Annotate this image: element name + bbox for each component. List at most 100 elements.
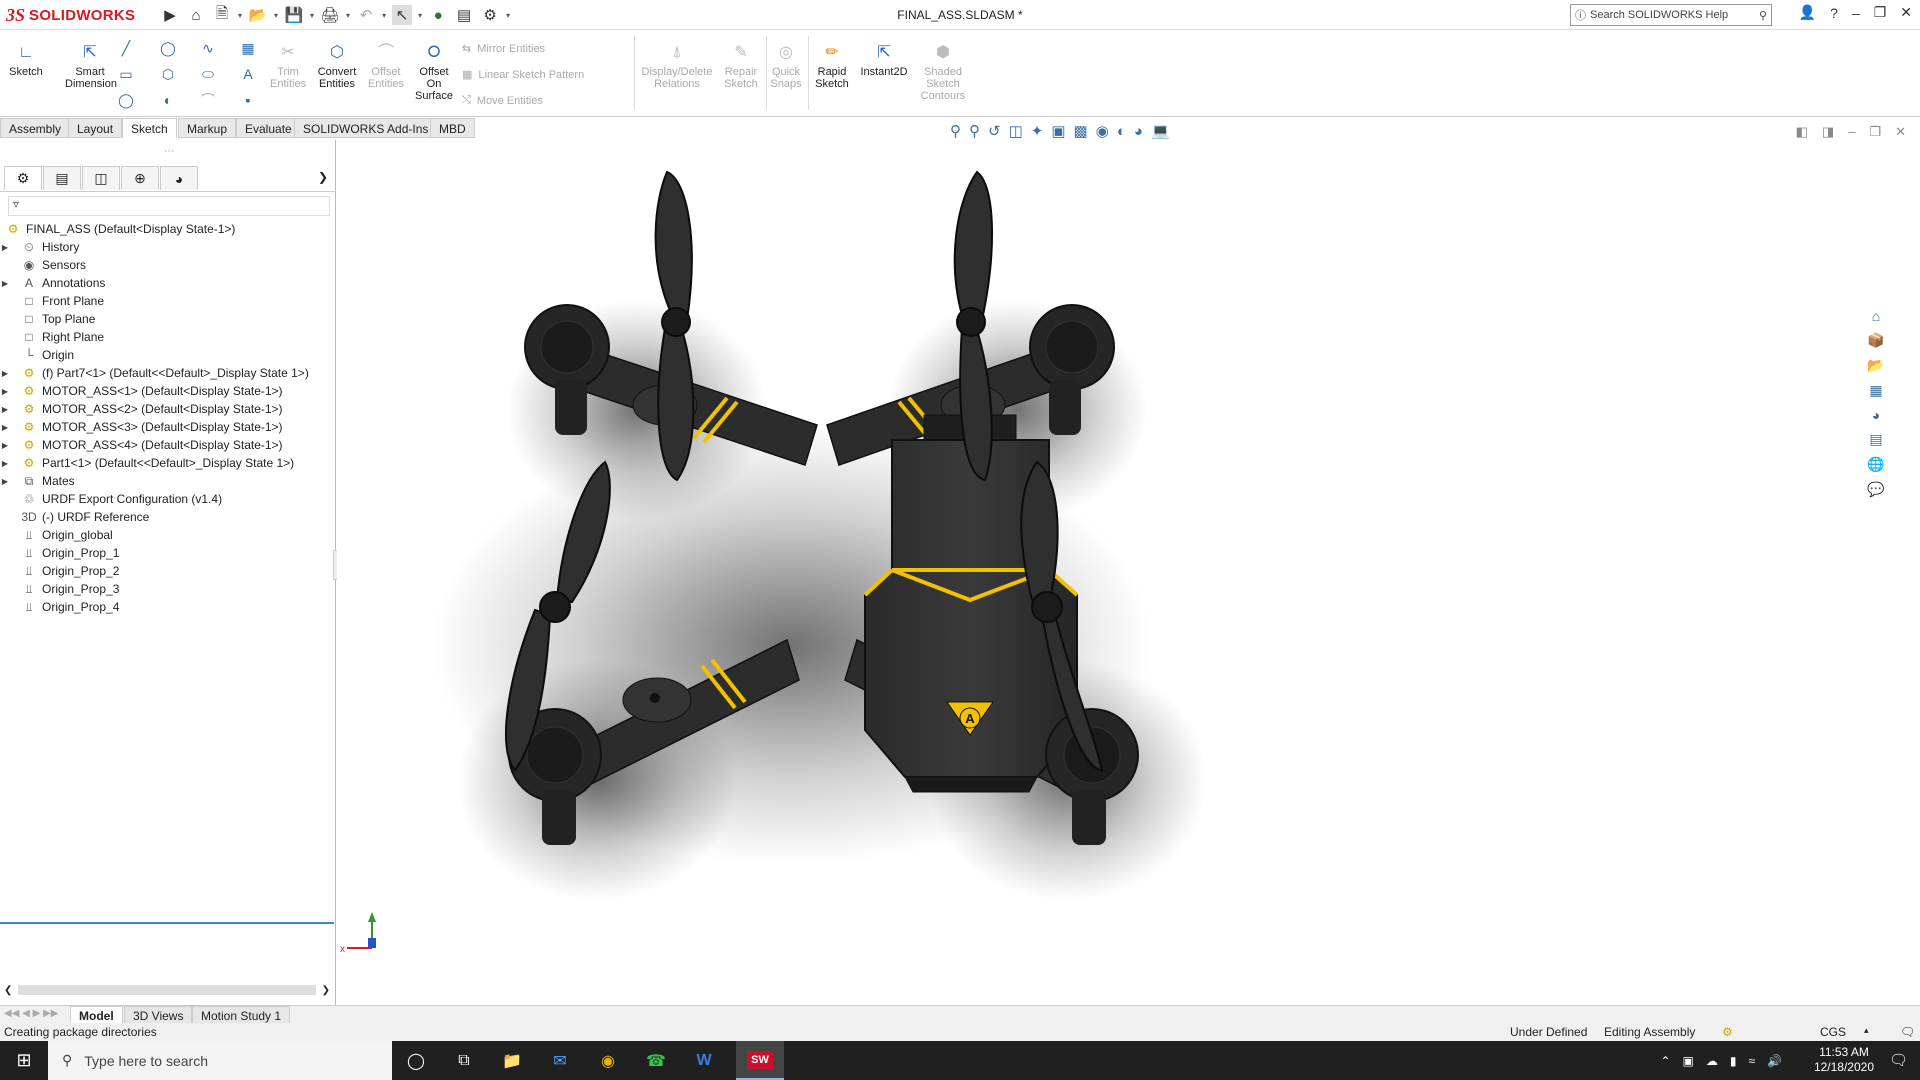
apply-scene-icon[interactable]: ◕ bbox=[1134, 123, 1143, 140]
chevron-down-icon[interactable]: ▾ bbox=[418, 11, 422, 20]
quick-snaps-button[interactable]: ◎ Quick Snaps bbox=[768, 42, 804, 91]
solidworks-taskbar-icon[interactable]: SW bbox=[736, 1041, 784, 1080]
polygon-icon[interactable]: ⬡ bbox=[158, 64, 178, 84]
options-gear-icon[interactable]: ⚙ bbox=[480, 5, 500, 25]
restore-icon[interactable]: ❐ bbox=[1874, 4, 1887, 21]
tooltip-bubble-icon[interactable]: 🗨 bbox=[1900, 1025, 1915, 1039]
chevron-down-icon[interactable]: ▾ bbox=[310, 11, 314, 20]
rectangle-icon[interactable]: ▭ bbox=[116, 64, 136, 84]
chevron-down-icon[interactable]: ▾ bbox=[238, 11, 242, 20]
dimxpert-tab-icon[interactable]: ⊕ bbox=[121, 166, 159, 190]
tab-markup[interactable]: Markup bbox=[178, 118, 237, 138]
panel-grip-icon[interactable]: ⋯ bbox=[164, 146, 174, 157]
tab-3d-views[interactable]: 3D Views bbox=[124, 1006, 193, 1024]
expand-arrow-icon[interactable]: ▶ bbox=[0, 441, 10, 450]
tree-item[interactable]: ▶ A Annotations bbox=[0, 274, 105, 292]
forum-icon[interactable]: 🌐 bbox=[1867, 456, 1884, 473]
tree-item[interactable]: □ Top Plane bbox=[0, 310, 95, 328]
taskbar-search-input[interactable]: Type here to search bbox=[84, 1053, 208, 1069]
arc-icon[interactable]: ◐ bbox=[158, 90, 178, 110]
expand-arrow-icon[interactable]: ▶ bbox=[0, 243, 10, 252]
tree-item[interactable]: ▶ ⧉ Mates bbox=[0, 472, 75, 490]
tab-layout[interactable]: Layout bbox=[68, 118, 123, 138]
zoom-to-fit-icon[interactable]: ⚲ bbox=[950, 122, 961, 140]
repair-sketch-button[interactable]: ✎ Repair Sketch bbox=[718, 42, 764, 91]
tile-left-icon[interactable]: ◧ bbox=[1796, 124, 1808, 140]
battery-icon[interactable]: ▮ bbox=[1730, 1054, 1737, 1068]
chevron-down-icon[interactable]: ▾ bbox=[274, 11, 278, 20]
display-style-icon[interactable]: ▩ bbox=[1074, 122, 1088, 140]
grid-icon[interactable]: ▦ bbox=[238, 38, 258, 58]
viewport-minimize-icon[interactable]: – bbox=[1848, 124, 1855, 140]
tree-item[interactable]: ♲ URDF Export Configuration (v1.4) bbox=[0, 490, 222, 508]
user-icon[interactable]: 👤 bbox=[1799, 4, 1816, 21]
text-icon[interactable]: A bbox=[238, 64, 258, 84]
tree-item[interactable]: ⫫ Origin_Prop_3 bbox=[0, 580, 120, 598]
help-search-box[interactable]: ⓘ Search SOLIDWORKS Help ⚲ bbox=[1570, 4, 1772, 26]
section-view-icon[interactable]: ◫ bbox=[1009, 122, 1023, 140]
tree-item[interactable]: ▶ ⚙ MOTOR_ASS<2> (Default<Display State-1>… bbox=[0, 400, 283, 418]
design-library-icon[interactable]: 📦 bbox=[1867, 332, 1884, 349]
print-icon[interactable]: 🖨 bbox=[320, 5, 340, 25]
expand-arrow-icon[interactable]: ▶ bbox=[0, 477, 10, 486]
custom-properties-icon[interactable]: ▤ bbox=[1869, 431, 1882, 448]
forum-chat-icon[interactable]: 💬 bbox=[1867, 481, 1884, 498]
tab-assembly[interactable]: Assembly bbox=[0, 118, 71, 138]
volume-icon[interactable]: 🔊 bbox=[1767, 1054, 1782, 1068]
appearances-icon[interactable]: ◕ bbox=[1872, 407, 1880, 423]
word-icon[interactable]: W bbox=[680, 1041, 728, 1080]
line-icon[interactable]: ╱ bbox=[116, 38, 136, 58]
tile-right-icon[interactable]: ◨ bbox=[1822, 124, 1834, 140]
move-entities-button[interactable]: ⤭ Move Entities bbox=[462, 94, 543, 107]
tree-item[interactable]: □ Front Plane bbox=[0, 292, 104, 310]
graphics-area[interactable]: A x ⌂ 📦 📂 ▦ ◕ ▤ 🌐 💬 bbox=[337, 140, 1890, 1005]
help-question-icon[interactable]: ? bbox=[1830, 5, 1838, 21]
expand-arrow-icon[interactable]: ▶ bbox=[0, 369, 10, 378]
tree-filter-box[interactable]: ▿ bbox=[8, 196, 330, 216]
chevron-down-icon[interactable]: ▾ bbox=[382, 11, 386, 20]
chevron-down-icon[interactable]: ▾ bbox=[506, 11, 510, 20]
expand-arrow-icon[interactable]: ▶ bbox=[0, 405, 10, 414]
tree-item[interactable]: ▶ ⚙ Part1<1> (Default<<Default>_Display St… bbox=[0, 454, 294, 472]
expand-menu-icon[interactable]: ▶ bbox=[160, 5, 180, 25]
tree-item[interactable]: ▶ ⚙ (f) Part7<1> (Default<<Default>_Displa… bbox=[0, 364, 309, 382]
system-clock[interactable]: 11:53 AM 12/18/2020 bbox=[1814, 1045, 1874, 1075]
hide-show-items-icon[interactable]: ◉ bbox=[1096, 122, 1109, 140]
spline-icon[interactable]: ∿ bbox=[198, 38, 218, 58]
tree-item[interactable]: □ Right Plane bbox=[0, 328, 104, 346]
expand-arrow-icon[interactable]: ▶ bbox=[0, 387, 10, 396]
solidworks-resources-icon[interactable]: ⌂ bbox=[1872, 308, 1880, 324]
tab-mbd[interactable]: MBD bbox=[430, 118, 475, 138]
drone-model[interactable]: A x bbox=[337, 140, 1890, 1005]
slot-icon[interactable]: ◯ bbox=[116, 90, 136, 110]
rebuild-icon[interactable]: ● bbox=[428, 5, 448, 25]
cortana-icon[interactable]: ◯ bbox=[392, 1041, 440, 1080]
offset-on-surface-button[interactable]: ⭘ Offset On Surface bbox=[410, 42, 458, 103]
ellipse-icon[interactable]: ⬭ bbox=[198, 64, 218, 84]
tab-addins[interactable]: SOLIDWORKS Add-Ins bbox=[294, 118, 438, 138]
instant2d-button[interactable]: ⇱ Instant2D bbox=[856, 42, 912, 79]
view-settings-icon[interactable]: 💻 bbox=[1151, 122, 1170, 140]
windows-start-icon[interactable]: ⊞ bbox=[0, 1041, 48, 1080]
expand-arrow-icon[interactable]: ▶ bbox=[0, 279, 10, 288]
onedrive-icon[interactable]: ☁ bbox=[1706, 1054, 1718, 1068]
edit-appearance-icon[interactable]: ◐ bbox=[1117, 123, 1126, 140]
tab-motion-study[interactable]: Motion Study 1 bbox=[192, 1006, 291, 1024]
smart-dimension-button[interactable]: ⇱ Smart Dimension bbox=[58, 42, 122, 91]
taskbar-search-box[interactable]: ⚲ Type here to search bbox=[48, 1041, 392, 1080]
dynamic-annotation-icon[interactable]: ✦ bbox=[1031, 122, 1044, 140]
shaded-sketch-contours-button[interactable]: ⬢ Shaded Sketch Contours bbox=[916, 42, 970, 103]
file-explorer-icon[interactable]: 📂 bbox=[1867, 357, 1884, 374]
property-manager-tab-icon[interactable]: ▤ bbox=[43, 166, 81, 190]
search-icon[interactable]: ⚲ bbox=[1759, 9, 1767, 22]
zoom-to-area-icon[interactable]: ⚲ bbox=[969, 122, 980, 140]
notification-icon[interactable]: 🗨 bbox=[1889, 1051, 1908, 1069]
expand-arrow-icon[interactable]: ▶ bbox=[0, 423, 10, 432]
fillet-icon[interactable]: ⌒ bbox=[198, 90, 218, 110]
display-manager-tab-icon[interactable]: ◕ bbox=[160, 166, 198, 190]
undo-icon[interactable]: ↶ bbox=[356, 5, 376, 25]
new-document-icon[interactable]: 🗎 bbox=[212, 5, 232, 25]
close-icon[interactable]: ✕ bbox=[1900, 4, 1912, 21]
tree-item[interactable]: ⫫ Origin_Prop_1 bbox=[0, 544, 120, 562]
rollback-bar[interactable] bbox=[0, 922, 334, 924]
